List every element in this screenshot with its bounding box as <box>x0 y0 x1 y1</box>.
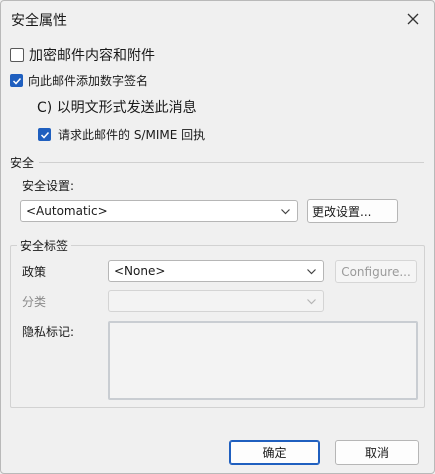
security-settings-value: <Automatic> <box>26 204 108 218</box>
checkmark-icon <box>40 131 50 139</box>
encrypt-label: 加密邮件内容和附件 <box>29 48 155 64</box>
checkmark-icon <box>12 77 22 85</box>
change-settings-button[interactable]: 更改设置... <box>307 199 398 223</box>
security-section-label: 安全 <box>10 156 35 170</box>
classification-label: 分类 <box>22 295 47 309</box>
title-bar: 安全属性 <box>1 1 434 37</box>
chevron-down-icon <box>307 269 316 275</box>
policy-dropdown[interactable]: <None> <box>108 260 324 282</box>
ok-button[interactable]: 确定 <box>229 440 320 465</box>
policy-value: <None> <box>114 264 166 278</box>
smime-receipt-row[interactable]: 请求此邮件的 S/MIME 回执 <box>38 126 205 143</box>
privacy-mark-textarea[interactable] <box>108 321 418 400</box>
encrypt-checkbox[interactable] <box>10 48 24 62</box>
security-settings-dropdown[interactable]: <Automatic> <box>20 200 298 222</box>
smime-receipt-checkbox[interactable] <box>38 128 51 141</box>
chevron-down-icon <box>281 209 290 215</box>
dialog-title: 安全属性 <box>11 13 67 29</box>
sign-checkbox-row[interactable]: 向此邮件添加数字签名 <box>10 72 148 89</box>
chevron-down-icon <box>307 299 316 305</box>
configure-button[interactable]: Configure... <box>335 260 417 283</box>
close-icon[interactable] <box>405 11 421 27</box>
smime-receipt-label: 请求此邮件的 S/MIME 回执 <box>58 128 206 142</box>
classification-dropdown[interactable] <box>108 290 324 312</box>
sign-label: 向此邮件添加数字签名 <box>28 74 149 88</box>
security-properties-dialog: 安全属性 加密邮件内容和附件 向此邮件添加数字签名 C) 以明文形式发送此消息 … <box>0 0 435 474</box>
security-settings-label: 安全设置: <box>22 179 75 193</box>
cancel-button[interactable]: 取消 <box>335 440 419 465</box>
security-label-group-title: 安全标签 <box>17 237 72 254</box>
encrypt-checkbox-row[interactable]: 加密邮件内容和附件 <box>10 45 155 65</box>
policy-label: 政策 <box>22 265 47 279</box>
security-divider <box>39 162 424 163</box>
clear-text-option[interactable]: C) 以明文形式发送此消息 <box>37 97 197 117</box>
sign-checkbox[interactable] <box>10 74 23 87</box>
privacy-mark-label: 隐私标记: <box>22 325 75 339</box>
